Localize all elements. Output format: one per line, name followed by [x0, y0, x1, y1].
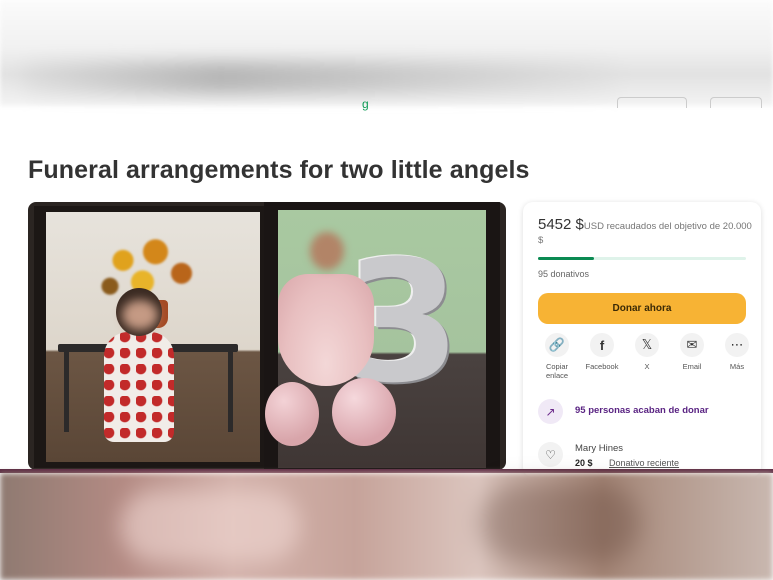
header-button-fragment[interactable]: [617, 97, 687, 108]
email-icon: ✉: [680, 333, 704, 357]
share-options: 🔗 Copiar enlace f Facebook 𝕏 X ✉ Email ⋯…: [536, 333, 749, 387]
donation-card: 5452 $USD recaudados del objetivo de 20.…: [523, 202, 761, 477]
donor-name: Mary Hines: [575, 443, 624, 454]
more-icon: ⋯: [725, 333, 749, 357]
table-leg: [228, 352, 233, 432]
facebook-icon: f: [590, 333, 614, 357]
x-icon: 𝕏: [635, 333, 659, 357]
blurred-face-left: [122, 300, 158, 330]
donor-hands-icon: ♡: [538, 442, 563, 467]
share-label: Más: [729, 362, 745, 371]
campaign-photo[interactable]: 3: [28, 202, 506, 470]
raised-summary: 5452 $USD recaudados del objetivo de 20.…: [538, 216, 752, 248]
progress-bar-fill: [538, 257, 595, 260]
bottom-blurred-overlay: [0, 473, 773, 580]
header-button-fragment-2[interactable]: [710, 97, 762, 108]
recent-donors-text: 95 personas acaban de donar: [575, 405, 709, 416]
header-blurred: [0, 0, 773, 106]
share-label: X: [644, 362, 650, 371]
header-nav-fragment: g: [362, 97, 369, 111]
share-copy-link[interactable]: 🔗 Copiar enlace: [539, 333, 575, 380]
page-title: Funeral arrangements for two little ange…: [28, 156, 530, 184]
progress-bar: [538, 257, 746, 260]
share-x[interactable]: 𝕏 X: [629, 333, 665, 371]
share-label: Facebook: [585, 362, 619, 371]
recent-donation-link[interactable]: Donativo reciente: [609, 458, 679, 468]
child-figure-right: [278, 274, 374, 386]
link-icon: 🔗: [545, 333, 569, 357]
blurred-face-right: [310, 232, 344, 270]
donation-count: 95 donativos: [538, 269, 590, 279]
trending-icon: ↗: [538, 399, 563, 424]
donate-now-button[interactable]: Donar ahora: [538, 293, 746, 324]
share-email[interactable]: ✉ Email: [674, 333, 710, 371]
raised-amount: 5452 $: [538, 216, 584, 233]
table-leg: [64, 352, 69, 432]
pink-balloon: [332, 378, 396, 446]
blur-shape: [120, 491, 300, 561]
share-more[interactable]: ⋯ Más: [719, 333, 755, 371]
header-blur-smudge: [20, 62, 620, 94]
share-label: Email: [682, 362, 702, 371]
child-figure-left: [104, 332, 174, 442]
share-facebook[interactable]: f Facebook: [584, 333, 620, 371]
recent-donors-banner[interactable]: ↗ 95 personas acaban de donar: [538, 399, 752, 425]
share-label: Copiar enlace: [545, 362, 569, 380]
donation-amount: 20 $: [575, 458, 593, 468]
blur-shape: [480, 483, 640, 563]
pink-balloon: [265, 382, 319, 446]
